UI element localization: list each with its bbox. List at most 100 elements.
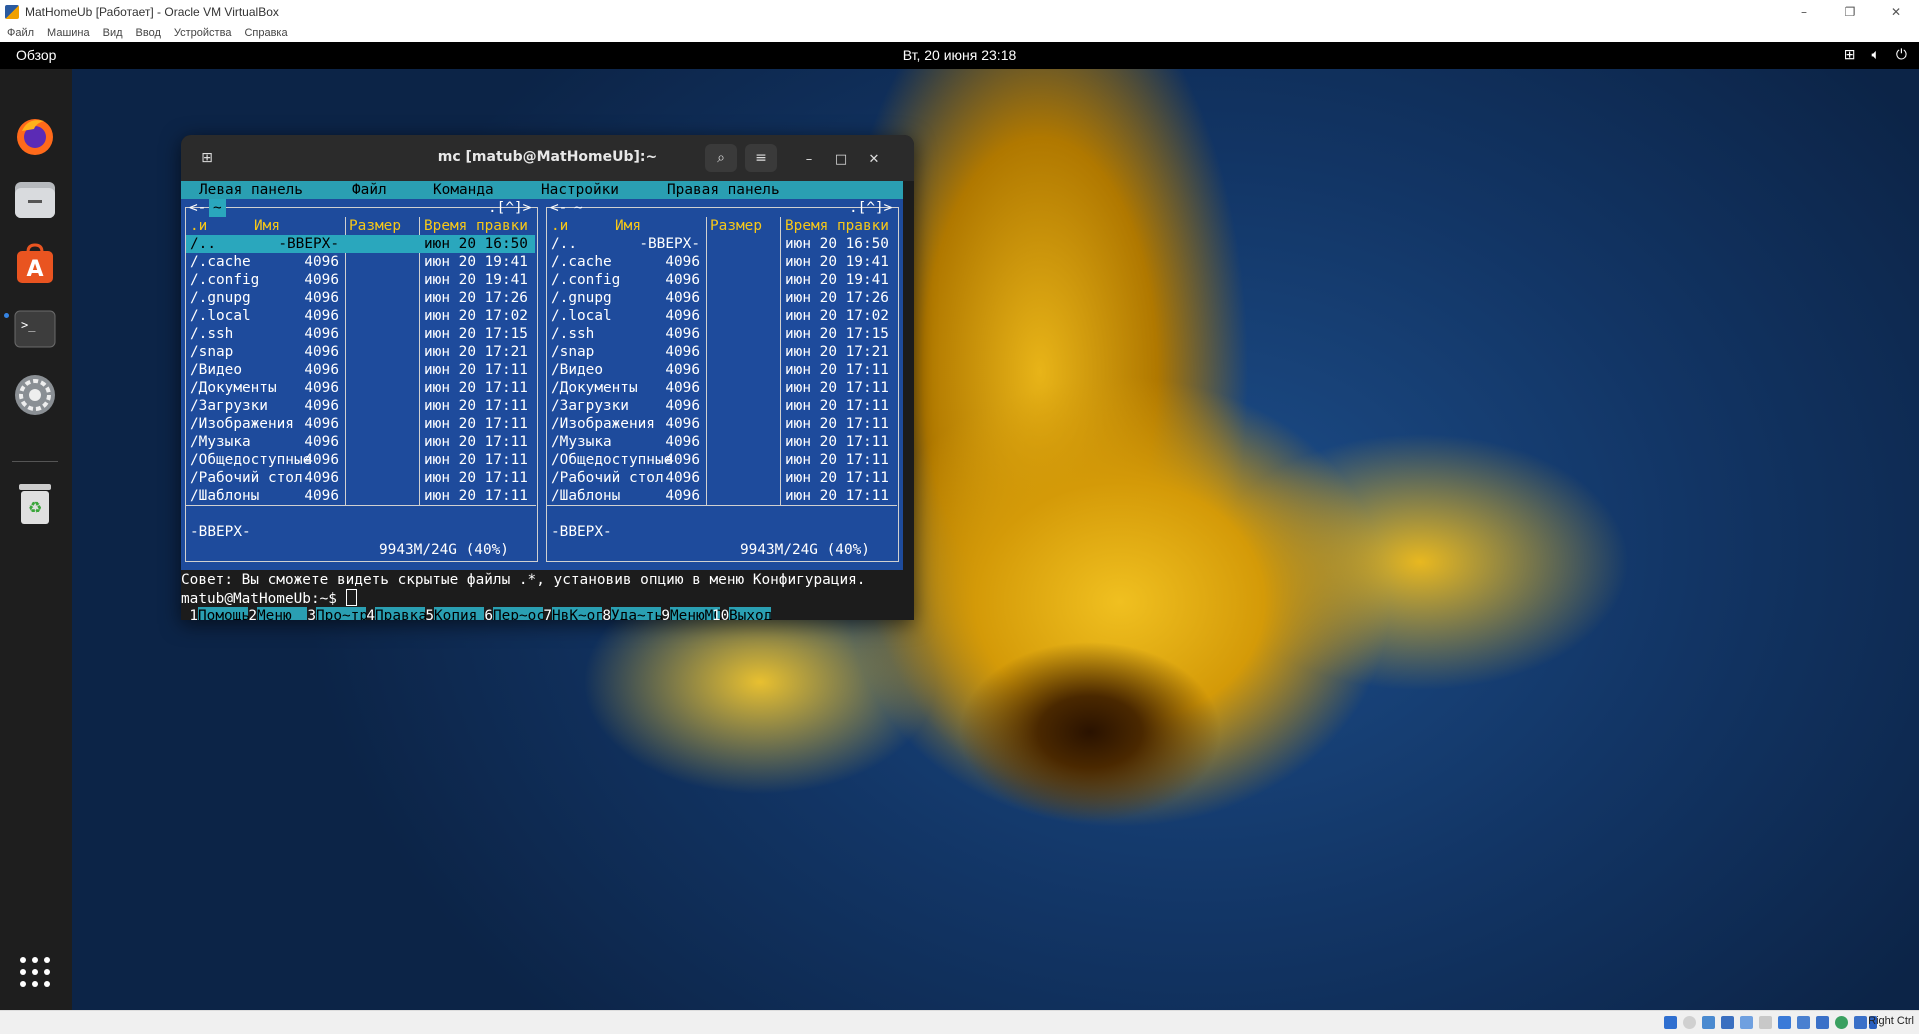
recording-icon[interactable]	[1797, 1016, 1810, 1029]
file-row[interactable]: /snap 4096 июн 20 17:21	[547, 343, 896, 361]
app-center-icon[interactable]: A	[12, 241, 58, 287]
fkey-1[interactable]: 1Помощь	[181, 607, 250, 620]
header-size[interactable]: Размер	[349, 217, 401, 235]
panel-path[interactable]: ~	[574, 199, 583, 217]
mc-menu-command[interactable]: Команда	[433, 181, 494, 199]
panel-corner-controls[interactable]: .[^]>	[488, 199, 531, 217]
file-row[interactable]: /Документы 4096 июн 20 17:11	[186, 379, 535, 397]
header-size[interactable]: Размер	[710, 217, 762, 235]
header-name[interactable]: Имя	[254, 217, 280, 235]
fkey-4[interactable]: 4Правка	[358, 607, 427, 620]
vbox-close-button[interactable]: ✕	[1873, 0, 1919, 24]
file-row[interactable]: /.config 4096 июн 20 19:41	[186, 271, 535, 289]
vbox-menu-file[interactable]: Файл	[7, 27, 34, 39]
header-mtime[interactable]: Время правки	[424, 217, 528, 235]
clock[interactable]: Вт, 20 июня 23:18	[0, 47, 1919, 63]
fkey-6[interactable]: 6Пер~ос	[476, 607, 545, 620]
vbox-menu-machine[interactable]: Машина	[47, 27, 90, 39]
video-capture-icon[interactable]	[1816, 1016, 1829, 1029]
file-row[interactable]: /Рабочий стол 4096 июн 20 17:11	[547, 469, 896, 487]
fkey-5[interactable]: 5Копия	[417, 607, 484, 620]
file-row[interactable]: /.cache 4096 июн 20 19:41	[547, 253, 896, 271]
file-row[interactable]: /snap 4096 июн 20 17:21	[186, 343, 535, 361]
mc-command-line[interactable]: matub@MatHomeUb:~$	[181, 589, 357, 607]
close-icon[interactable]: ✕	[865, 150, 883, 168]
mc-menu-file[interactable]: Файл	[352, 181, 387, 199]
harddisk-icon[interactable]	[1664, 1016, 1677, 1029]
vbox-menu-view[interactable]: Вид	[103, 27, 123, 39]
panel-corner-controls[interactable]: .[^]>	[849, 199, 892, 217]
header-mtime[interactable]: Время правки	[785, 217, 889, 235]
network-icon[interactable]: ⊞	[1844, 46, 1856, 63]
audio-icon[interactable]	[1702, 1016, 1715, 1029]
volume-icon[interactable]: 🔈︎	[1872, 46, 1880, 63]
file-row[interactable]: /.gnupg 4096 июн 20 17:26	[186, 289, 535, 307]
fkey-10[interactable]: 10Выход	[712, 607, 772, 620]
fkey-7[interactable]: 7НвК~ог	[535, 607, 604, 620]
display-icon[interactable]	[1778, 1016, 1791, 1029]
file-row[interactable]: /Шаблоны 4096 июн 20 17:11	[186, 487, 535, 505]
panel-path[interactable]: ~	[209, 199, 226, 217]
terminal-icon[interactable]: >_	[12, 306, 58, 352]
fkey-9[interactable]: 9МенюMC	[653, 607, 722, 620]
fkey-3[interactable]: 3Про~тр	[299, 607, 368, 620]
hamburger-menu-icon[interactable]: ≡	[745, 144, 777, 172]
file-row[interactable]: /Видео 4096 июн 20 17:11	[547, 361, 896, 379]
file-row[interactable]: /Музыка 4096 июн 20 17:11	[186, 433, 535, 451]
shared-folder-icon[interactable]	[1759, 1016, 1772, 1029]
network-icon[interactable]	[1721, 1016, 1734, 1029]
optical-icon[interactable]	[1683, 1016, 1696, 1029]
maximize-icon[interactable]: □	[832, 150, 850, 168]
settings-icon[interactable]	[12, 372, 58, 418]
mc-menu-left-panel[interactable]: Левая панель	[199, 181, 303, 199]
file-row[interactable]: /.cache 4096 июн 20 19:41	[186, 253, 535, 271]
cpu-icon[interactable]	[1854, 1016, 1867, 1029]
mc-right-panel[interactable]: <- ~ .[^]> .и Имя Размер Время правки /.…	[542, 199, 903, 570]
file-row[interactable]: /Документы 4096 июн 20 17:11	[547, 379, 896, 397]
fkey-2[interactable]: 2Меню	[240, 607, 307, 620]
mc-menu-right-panel[interactable]: Правая панель	[667, 181, 780, 199]
files-icon[interactable]	[12, 177, 58, 223]
file-row[interactable]: /Шаблоны 4096 июн 20 17:11	[547, 487, 896, 505]
mouse-integration-icon[interactable]	[1835, 1016, 1848, 1029]
fkey-8[interactable]: 8Уда~ть	[594, 607, 663, 620]
vbox-minimize-button[interactable]: –	[1781, 0, 1827, 24]
vbox-menu-devices[interactable]: Устройства	[174, 27, 232, 39]
file-row[interactable]: /.ssh 4096 июн 20 17:15	[547, 325, 896, 343]
vbox-menu-input[interactable]: Ввод	[136, 27, 161, 39]
file-row[interactable]: /.. -ВВЕРХ-июн 20 16:50	[186, 235, 535, 253]
file-row[interactable]: /Музыка 4096 июн 20 17:11	[547, 433, 896, 451]
file-row[interactable]: /Рабочий стол 4096 июн 20 17:11	[186, 469, 535, 487]
firefox-icon[interactable]	[12, 113, 58, 159]
power-icon[interactable]: ⏻	[1896, 46, 1907, 63]
header-sort[interactable]: .и	[190, 217, 207, 235]
search-icon[interactable]: ⌕	[705, 144, 737, 172]
file-row[interactable]: /Загрузки 4096 июн 20 17:11	[186, 397, 535, 415]
file-row[interactable]: /Видео 4096 июн 20 17:11	[186, 361, 535, 379]
header-sort[interactable]: .и	[551, 217, 568, 235]
file-row[interactable]: /.local 4096 июн 20 17:02	[547, 307, 896, 325]
file-row[interactable]: /Изображения 4096 июн 20 17:11	[547, 415, 896, 433]
mc-left-panel[interactable]: <- ~ .[^]> .и Имя Размер Время правки /.…	[181, 199, 542, 570]
system-tray[interactable]: ⊞ 🔈︎ ⏻	[1844, 46, 1907, 63]
terminal-header-bar[interactable]: ⊞ mc [matub@MatHomeUb]:~ ⌕ ≡ – □ ✕	[181, 135, 914, 181]
usb-icon[interactable]	[1740, 1016, 1753, 1029]
file-row[interactable]: /Общедоступные 4096 июн 20 17:11	[547, 451, 896, 469]
minimize-icon[interactable]: –	[800, 150, 818, 168]
file-row[interactable]: /.ssh 4096 июн 20 17:15	[186, 325, 535, 343]
file-row[interactable]: /Общедоступные 4096 июн 20 17:11	[186, 451, 535, 469]
file-row[interactable]: /.. -ВВЕРХ-июн 20 16:50	[547, 235, 896, 253]
file-row[interactable]: /Изображения 4096 июн 20 17:11	[186, 415, 535, 433]
midnight-commander[interactable]: Левая панель Файл Команда Настройки Прав…	[181, 181, 914, 620]
file-row[interactable]: /Загрузки 4096 июн 20 17:11	[547, 397, 896, 415]
vbox-maximize-button[interactable]: ❐	[1827, 0, 1873, 24]
file-row[interactable]: /.config 4096 июн 20 19:41	[547, 271, 896, 289]
show-apps-icon[interactable]	[12, 949, 58, 995]
mc-menu-options[interactable]: Настройки	[541, 181, 619, 199]
header-name[interactable]: Имя	[615, 217, 641, 235]
vbox-menu-help[interactable]: Справка	[244, 27, 287, 39]
terminal-window[interactable]: ⊞ mc [matub@MatHomeUb]:~ ⌕ ≡ – □ ✕ Левая…	[181, 135, 914, 620]
file-row[interactable]: /.gnupg 4096 июн 20 17:26	[547, 289, 896, 307]
trash-icon[interactable]: ♻	[12, 481, 58, 527]
file-row[interactable]: /.local 4096 июн 20 17:02	[186, 307, 535, 325]
